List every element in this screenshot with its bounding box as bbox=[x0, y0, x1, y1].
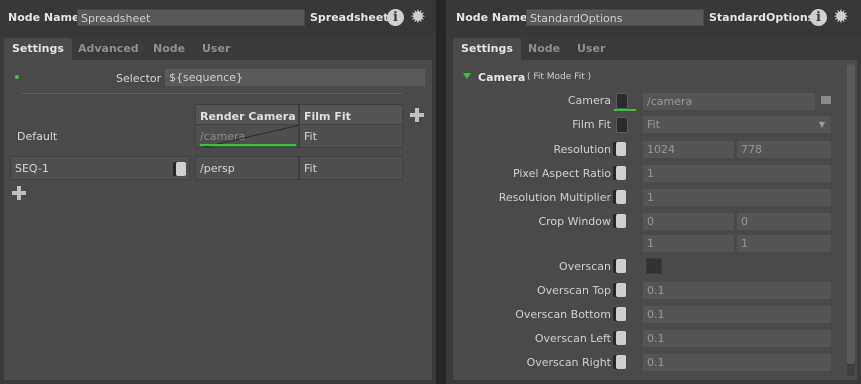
pixel-aspect-ratio-enable-toggle[interactable] bbox=[616, 166, 626, 180]
camera-enable-toggle[interactable] bbox=[616, 93, 628, 109]
scrollbar-thumb[interactable] bbox=[847, 64, 855, 364]
overscan-top-enable-toggle[interactable] bbox=[616, 283, 626, 297]
resolution-multiplier-input[interactable]: 1 bbox=[643, 189, 831, 206]
pixel-aspect-ratio-label: Pixel Aspect Ratio bbox=[512, 167, 611, 180]
node-name-label: Node Name bbox=[8, 11, 80, 24]
crop-max-x-input[interactable]: 1 bbox=[643, 235, 734, 252]
tab-bar: Settings Node User bbox=[446, 38, 861, 60]
row-name-value: SEQ-1 bbox=[15, 162, 49, 175]
overscan-left-enable-toggle[interactable] bbox=[616, 331, 626, 345]
chevron-down-icon: ▼ bbox=[818, 120, 825, 129]
overscan-bottom-label: Overscan Bottom bbox=[515, 308, 611, 321]
tab-advanced[interactable]: Advanced bbox=[78, 38, 139, 60]
row-enabled-toggle[interactable] bbox=[176, 162, 186, 176]
tab-user[interactable]: User bbox=[202, 38, 230, 60]
tab-node[interactable]: Node bbox=[153, 38, 185, 60]
node-type-label: Spreadsheet bbox=[310, 11, 389, 24]
info-icon[interactable]: i bbox=[810, 9, 827, 26]
node-header: Node Name Spreadsheet Spreadsheet i ✹ bbox=[0, 0, 436, 36]
tab-settings[interactable]: Settings bbox=[453, 38, 521, 60]
crop-max-y-input[interactable]: 1 bbox=[737, 235, 831, 252]
settings-tab-body: Selector ${sequence} Render Camera Film … bbox=[4, 60, 432, 380]
node-name-field[interactable]: Spreadsheet bbox=[77, 9, 305, 26]
crop-min-y-input[interactable]: 0 bbox=[737, 213, 831, 230]
overscan-label: Overscan bbox=[559, 260, 611, 273]
resolution-y-input[interactable]: 778 bbox=[737, 141, 831, 158]
gear-icon[interactable]: ✹ bbox=[831, 7, 851, 27]
info-icon[interactable]: i bbox=[387, 9, 404, 26]
node-header: Node Name StandardOptions StandardOption… bbox=[446, 0, 861, 36]
section-title[interactable]: Camera bbox=[478, 71, 525, 84]
overscan-enable-toggle[interactable] bbox=[616, 259, 626, 273]
overscan-left-label: Overscan Left bbox=[534, 332, 611, 345]
crop-min-x-input[interactable]: 0 bbox=[643, 213, 734, 230]
overscan-bottom-enable-toggle[interactable] bbox=[616, 307, 626, 321]
standard-options-node-editor: Node Name StandardOptions StandardOption… bbox=[446, 0, 861, 384]
pixel-aspect-ratio-input[interactable]: 1 bbox=[643, 165, 831, 182]
resolution-multiplier-label: Resolution Multiplier bbox=[498, 191, 611, 204]
overscan-top-label: Overscan Top bbox=[536, 284, 611, 297]
default-film-fit-cell[interactable]: Fit bbox=[299, 124, 403, 148]
film-fit-value: Fit bbox=[647, 118, 660, 131]
overscan-left-input[interactable]: 0.1 bbox=[643, 330, 831, 347]
crop-window-enable-toggle[interactable] bbox=[616, 214, 626, 228]
spreadsheet-node-editor: Node Name Spreadsheet Spreadsheet i ✹ Se… bbox=[0, 0, 436, 384]
overscan-right-enable-toggle[interactable] bbox=[616, 355, 626, 369]
active-underline bbox=[614, 109, 636, 111]
crop-window-label: Crop Window bbox=[538, 215, 611, 228]
tab-settings[interactable]: Settings bbox=[4, 38, 72, 60]
overscan-bottom-input[interactable]: 0.1 bbox=[643, 306, 831, 323]
camera-input[interactable]: /camera bbox=[643, 93, 815, 110]
panel-divider[interactable] bbox=[436, 0, 446, 384]
section-summary: ( Fit Mode Fit ) bbox=[527, 72, 592, 82]
film-fit-label: Film Fit bbox=[572, 118, 611, 131]
resolution-x-input[interactable]: 1024 bbox=[643, 141, 734, 158]
selector-input[interactable]: ${sequence} bbox=[165, 69, 425, 86]
gear-icon[interactable]: ✹ bbox=[408, 7, 428, 27]
node-name-field[interactable]: StandardOptions bbox=[526, 9, 704, 26]
collapse-triangle-icon[interactable] bbox=[463, 73, 471, 79]
settings-tab-body: Camera ( Fit Mode Fit ) Camera /camera F… bbox=[453, 60, 857, 380]
camera-label: Camera bbox=[567, 94, 611, 107]
overscan-checkbox[interactable] bbox=[646, 258, 662, 274]
folder-icon[interactable] bbox=[821, 96, 831, 104]
add-row-icon[interactable] bbox=[12, 186, 26, 200]
resolution-multiplier-enable-toggle[interactable] bbox=[616, 190, 626, 204]
row-render-camera-cell[interactable]: /persp bbox=[195, 156, 299, 180]
film-fit-enable-toggle[interactable] bbox=[616, 117, 628, 133]
active-underline bbox=[200, 144, 296, 146]
divider bbox=[22, 93, 402, 94]
node-type-label: StandardOptions bbox=[709, 11, 815, 24]
resolution-enable-toggle[interactable] bbox=[616, 142, 626, 156]
overscan-right-input[interactable]: 0.1 bbox=[643, 354, 831, 371]
tab-user[interactable]: User bbox=[577, 38, 605, 60]
tab-node[interactable]: Node bbox=[528, 38, 560, 60]
node-name-label: Node Name bbox=[456, 11, 528, 24]
overscan-right-label: Overscan Right bbox=[526, 356, 611, 369]
film-fit-dropdown[interactable]: Fit ▼ bbox=[643, 116, 831, 133]
row-film-fit-cell[interactable]: Fit bbox=[299, 156, 403, 180]
enabled-indicator-icon bbox=[15, 75, 19, 79]
default-row-label: Default bbox=[17, 130, 58, 143]
default-render-camera-cell[interactable]: /camera bbox=[195, 124, 299, 148]
scrollbar[interactable] bbox=[847, 64, 855, 376]
selector-label: Selector bbox=[116, 72, 162, 85]
overscan-top-input[interactable]: 0.1 bbox=[643, 282, 831, 299]
resolution-label: Resolution bbox=[553, 143, 611, 156]
row-name-cell[interactable]: SEQ-1 bbox=[10, 156, 190, 180]
add-column-icon[interactable] bbox=[410, 108, 424, 122]
tab-bar: Settings Advanced Node User bbox=[0, 38, 436, 60]
